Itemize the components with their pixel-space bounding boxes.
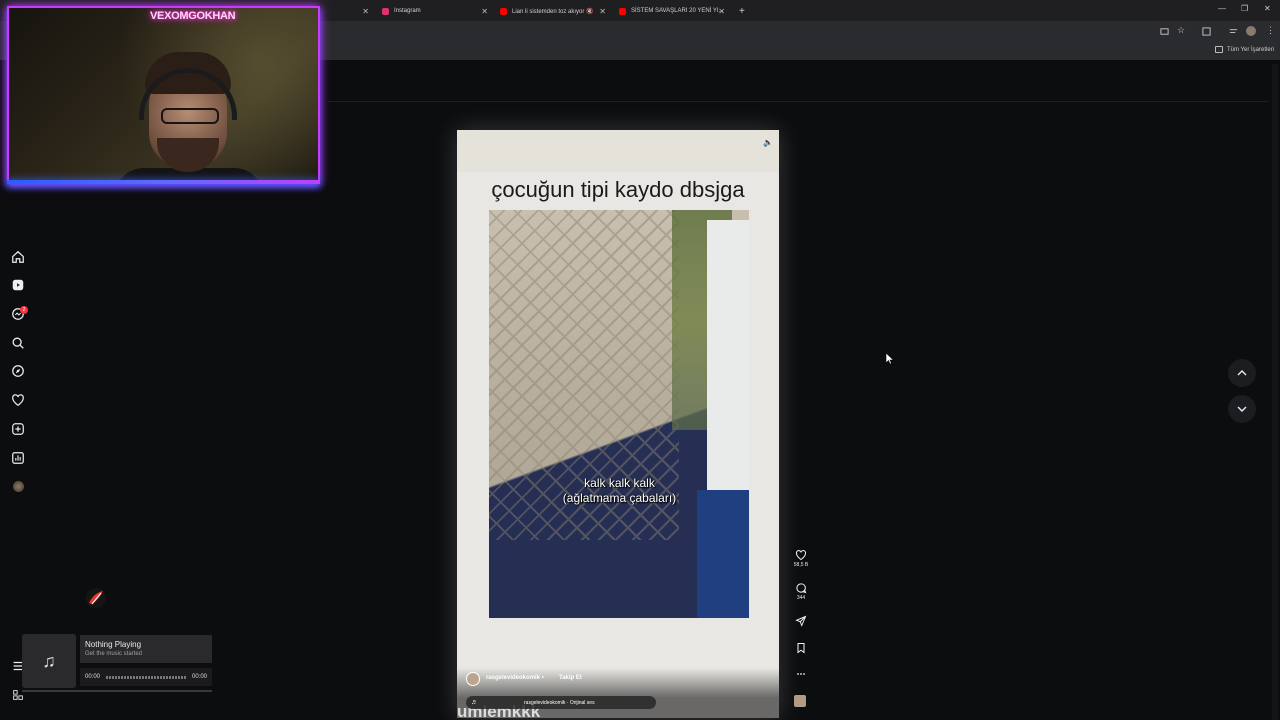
current-time: 00:00 [85,674,101,680]
now-playing-info[interactable]: Nothing Playing Get the music started [80,635,212,663]
youtube-favicon-icon [619,7,626,15]
tab-instagram[interactable]: Instagram ✕ [376,3,492,19]
youtube-favicon-icon [500,7,507,15]
explore-icon[interactable] [9,362,27,380]
tab-label: SİSTEM SAVAŞLARI 20 YENİ YI... [631,8,724,14]
glasses [161,108,219,124]
follow-button[interactable]: Takip Et [559,675,582,681]
video-subtitle: kalk kalk kalk (ağlatmama çabaları) [517,476,722,506]
streamer-neon-sign: VEXOMGOKHAN [150,10,236,22]
blue-floor [697,490,749,618]
music-note-icon: ♬ [471,699,478,706]
reel-audio-chip[interactable]: ♬ rasgelevideokomik · Orijinal ses [466,696,656,709]
heart-icon [795,550,807,561]
comment-icon [796,583,807,594]
close-window-icon[interactable]: ✕ [1264,4,1271,13]
reel-audio-label: rasgelevideokomik · Orijinal ses [524,699,595,706]
comment-count: 344 [796,595,806,601]
next-reel-button[interactable] [1228,395,1256,423]
profile-avatar[interactable] [1246,26,1256,36]
more-vert-icon[interactable]: ⋮ [1266,25,1275,36]
wall [707,220,749,520]
music-note-icon[interactable]: ♫ [22,634,76,688]
webcam-glow-bar [7,180,320,184]
previous-reel-button[interactable] [1228,359,1256,387]
comment-button[interactable]: 344 [790,582,812,601]
share-button[interactable] [790,615,812,627]
tab-close-icon[interactable]: ✕ [362,7,369,16]
tab-youtube-1[interactable]: Lian li sistemden toz akıyor 🔇 ✕ [494,3,610,19]
divider [328,101,1268,102]
reel-caption: çocuğun tipi kaydo dbsjga [491,177,745,202]
chevron-up-icon [1237,370,1247,376]
reels-icon[interactable] [9,276,27,294]
new-tab-button[interactable]: + [733,3,749,19]
create-icon[interactable] [9,420,27,438]
mouse-cursor-icon [886,353,894,365]
threads-icon[interactable] [9,686,27,704]
instagram-favicon-icon [382,7,389,15]
reel-author-username[interactable]: rasgelevideokomik • [486,675,544,681]
chevron-down-icon [1237,406,1247,412]
all-bookmarks-link[interactable]: Tüm Yer İşaretleri [1227,47,1274,53]
star-icon[interactable]: ☆ [1177,25,1185,36]
profile-avatar[interactable] [9,477,27,495]
now-playing-subtitle: Get the music started [85,651,143,657]
subtitle-line-2: (ağlatmama çabaları) [562,491,677,505]
more-options-button[interactable] [790,668,812,680]
tab-label: Lian li sistemden toz akıyor 🔇 [512,8,594,15]
home-icon[interactable] [9,248,27,266]
plus-icon: + [739,5,745,17]
reel-video-player[interactable]: 🔈 çocuğun tipi kaydo dbsjga kalk kalk ka… [457,130,779,718]
tab-label: Instagram [394,8,421,14]
media-icon[interactable] [1229,27,1238,36]
cast-icon[interactable] [1160,27,1169,36]
music-progress[interactable]: 00:00 00:00 [80,668,212,686]
minimize-icon[interactable]: — [1218,4,1226,13]
music-volume-bar[interactable] [22,690,212,692]
audio-thumbnail[interactable] [794,695,806,707]
streamer-logo [86,588,106,608]
reel-author-avatar[interactable] [466,672,480,686]
scrollbar[interactable] [1272,64,1278,720]
dashboard-icon[interactable] [9,449,27,467]
now-playing-title: Nothing Playing [85,640,142,649]
folder-icon [1215,46,1223,53]
reel-top-area [457,130,779,172]
total-time: 00:00 [191,674,207,680]
separator-dot: • [541,675,544,681]
search-icon[interactable] [9,334,27,352]
notification-badge: 2 [20,306,28,314]
more-horizontal-icon [797,673,805,675]
bookmark-icon [797,642,805,654]
like-button[interactable]: 58,5 B [790,549,812,568]
extensions-icon[interactable] [1202,27,1211,36]
subtitle-line-1: kalk kalk kalk [584,476,655,490]
webcam-overlay [7,6,320,184]
save-button[interactable] [790,642,812,654]
tab-close-icon[interactable]: ✕ [481,7,488,16]
tab-close-icon[interactable]: ✕ [718,7,725,16]
restore-icon[interactable]: ❐ [1241,4,1248,13]
speaker-icon[interactable]: 🔈 [763,138,773,147]
send-icon [795,615,807,627]
like-count: 58,5 B [793,562,809,568]
heart-icon[interactable] [9,391,27,409]
progress-bar[interactable] [106,675,186,679]
username-text: rasgelevideokomik [486,675,541,681]
tab-youtube-2[interactable]: SİSTEM SAVAŞLARI 20 YENİ YI... ✕ [613,3,729,19]
tab-previous[interactable]: ✕ [327,3,373,19]
tab-close-icon[interactable]: ✕ [599,7,606,16]
